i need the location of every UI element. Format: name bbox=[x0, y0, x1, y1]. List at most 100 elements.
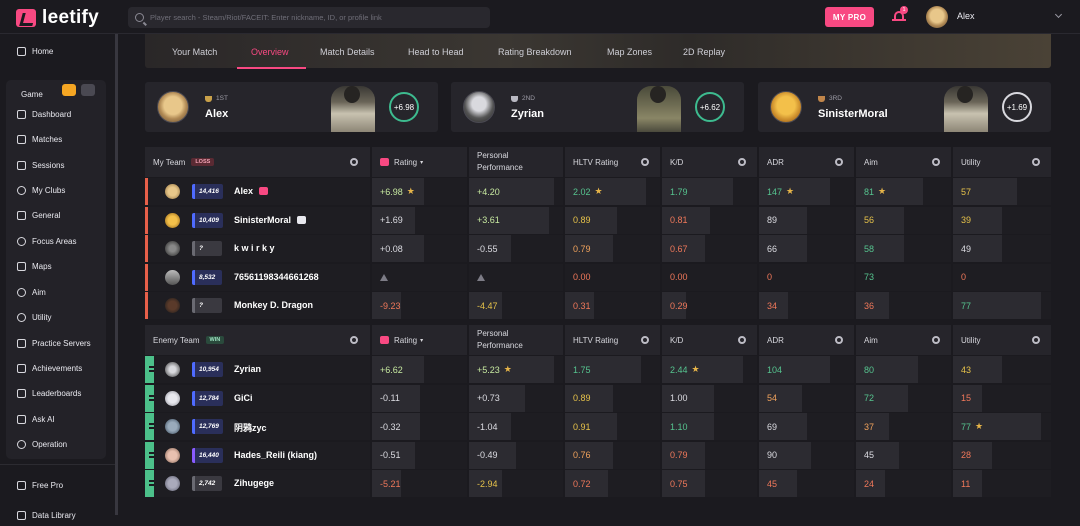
player-avatar[interactable] bbox=[165, 476, 180, 491]
tab-rating-breakdown[interactable]: Rating Breakdown bbox=[498, 47, 572, 57]
column-personal-performance[interactable]: Personal Performance bbox=[469, 147, 563, 177]
sidebar-item-free-pro[interactable]: Free Pro bbox=[6, 474, 106, 496]
search-input[interactable] bbox=[150, 13, 480, 22]
user-avatar[interactable] bbox=[926, 6, 948, 28]
player-avatar[interactable] bbox=[165, 298, 180, 313]
player-name[interactable]: Zyrian bbox=[234, 364, 261, 374]
player-name[interactable]: GiCi bbox=[234, 393, 253, 403]
column-personal-performance[interactable]: Personal Performance bbox=[469, 325, 563, 355]
gear-icon[interactable] bbox=[932, 158, 940, 166]
table-row[interactable]: 2,742 Zihugege -5.21 -2.94 0.72 0.75 45 24 11 bbox=[145, 470, 1051, 498]
table-row[interactable]: 12,784 GiCi -0.11 +0.73 0.89 1.00 54 72 15 bbox=[145, 384, 1051, 413]
sidebar-item-operation[interactable]: Operation bbox=[6, 433, 106, 455]
sidebar-item-focus-areas[interactable]: Focus Areas bbox=[6, 230, 106, 252]
player-avatar[interactable] bbox=[165, 269, 180, 285]
sidebar-item-aim[interactable]: Aim bbox=[6, 281, 106, 303]
table-row[interactable]: 8,532 76561198344661268 0.00 0.00 0 73 0 bbox=[145, 263, 1051, 292]
notification-bell-icon[interactable]: 1 bbox=[892, 6, 908, 22]
column-rating[interactable]: Rating ▾ bbox=[372, 147, 467, 177]
podium-third[interactable]: 3RD SinisterMoral +1.69 bbox=[758, 82, 1051, 132]
player-avatar[interactable] bbox=[165, 184, 180, 199]
table-row[interactable]: ? Monkey D. Dragon -9.23 -4.47 0.31 0.29 34 36 7… bbox=[145, 292, 1051, 320]
player-avatar[interactable] bbox=[165, 212, 180, 228]
player-cell[interactable]: ? k w i r k y bbox=[145, 235, 370, 262]
table-row[interactable]: 16,440 Hades_Reili (kiang) -0.51 -0.49 0.76 0… bbox=[145, 441, 1051, 470]
sidebar-item-practice-servers[interactable]: Practice Servers bbox=[6, 332, 106, 354]
podium-first[interactable]: 1ST Alex +6.98 bbox=[145, 82, 438, 132]
player-avatar[interactable] bbox=[165, 362, 180, 377]
column-hltv[interactable]: HLTV Rating bbox=[565, 325, 660, 355]
column-adr[interactable]: ADR bbox=[759, 325, 854, 355]
player-avatar[interactable] bbox=[165, 390, 180, 406]
gear-icon[interactable] bbox=[350, 158, 358, 166]
column-aim[interactable]: Aim bbox=[856, 325, 951, 355]
table-row[interactable]: 10,409 SinisterMoral +1.69 +3.61 0.89 0.81 89 5… bbox=[145, 206, 1051, 235]
sidebar-item-data-library[interactable]: Data Library bbox=[6, 504, 106, 526]
tab-map-zones[interactable]: Map Zones bbox=[607, 47, 652, 57]
player-avatar[interactable] bbox=[165, 241, 180, 256]
gear-icon[interactable] bbox=[1032, 336, 1040, 344]
sidebar-item-home[interactable]: Home bbox=[6, 40, 106, 62]
chevron-down-icon[interactable] bbox=[1054, 10, 1063, 19]
player-name[interactable]: 阴鸦zyc bbox=[234, 421, 267, 434]
tab-2d-replay[interactable]: 2D Replay bbox=[683, 47, 725, 57]
player-cell[interactable]: 16,440 Hades_Reili (kiang) bbox=[145, 441, 370, 469]
sidebar-item-utility[interactable]: Utility bbox=[6, 306, 106, 328]
player-cell[interactable]: 12,784 GiCi bbox=[145, 384, 370, 412]
gear-icon[interactable] bbox=[835, 158, 843, 166]
player-avatar[interactable] bbox=[165, 419, 180, 434]
gear-icon[interactable] bbox=[350, 336, 358, 344]
gear-icon[interactable] bbox=[738, 336, 746, 344]
gear-icon[interactable] bbox=[641, 336, 649, 344]
podium-second[interactable]: 2ND Zyrian +6.62 bbox=[451, 82, 744, 132]
gear-icon[interactable] bbox=[1032, 158, 1040, 166]
sidebar-item-ask-ai[interactable]: Ask AI bbox=[6, 408, 106, 430]
tab-head-to-head[interactable]: Head to Head bbox=[408, 47, 464, 57]
gear-icon[interactable] bbox=[738, 158, 746, 166]
player-name[interactable]: Hades_Reili (kiang) bbox=[234, 450, 317, 460]
player-cell[interactable]: 10,409 SinisterMoral bbox=[145, 206, 370, 234]
player-name[interactable]: Zihugege bbox=[234, 478, 274, 488]
column-aim[interactable]: Aim bbox=[856, 147, 951, 177]
tab-your-match[interactable]: Your Match bbox=[172, 47, 217, 57]
sidebar-item-my-clubs[interactable]: My Clubs bbox=[6, 179, 106, 201]
sidebar-item-matches[interactable]: Matches bbox=[6, 128, 106, 150]
player-cell[interactable]: ? Monkey D. Dragon bbox=[145, 292, 370, 319]
gear-icon[interactable] bbox=[932, 336, 940, 344]
table-row[interactable]: 14,416 Alex +6.98 ★ +4.20 2.02 ★ 1.79 147 ★ 81 ★ 57 bbox=[145, 178, 1051, 206]
tab-match-details[interactable]: Match Details bbox=[320, 47, 375, 57]
player-name[interactable]: k w i r k y bbox=[234, 243, 275, 253]
player-name[interactable]: SinisterMoral bbox=[234, 215, 307, 225]
player-avatar[interactable] bbox=[165, 447, 180, 463]
column-hltv[interactable]: HLTV Rating bbox=[565, 147, 660, 177]
player-cell[interactable]: 8,532 76561198344661268 bbox=[145, 263, 370, 291]
sidebar-item-leaderboards[interactable]: Leaderboards bbox=[6, 382, 106, 404]
column-utility[interactable]: Utility bbox=[953, 325, 1051, 355]
player-name[interactable]: Monkey D. Dragon bbox=[234, 300, 313, 310]
player-search[interactable] bbox=[128, 7, 490, 28]
player-cell[interactable]: 14,416 Alex bbox=[145, 178, 370, 205]
player-cell[interactable]: 2,742 Zihugege bbox=[145, 470, 370, 497]
player-cell[interactable]: 12,769 阴鸦zyc bbox=[145, 413, 370, 440]
gear-icon[interactable] bbox=[641, 158, 649, 166]
my-pro-button[interactable]: MY PRO bbox=[825, 7, 874, 27]
gear-icon[interactable] bbox=[835, 336, 843, 344]
player-name[interactable]: Alex bbox=[234, 186, 269, 196]
other-game-icon[interactable] bbox=[81, 84, 95, 96]
table-row[interactable]: ? k w i r k y +0.08 -0.55 0.79 0.67 66 58 49 bbox=[145, 235, 1051, 263]
user-name[interactable]: Alex bbox=[957, 11, 975, 21]
table-row[interactable]: 12,769 阴鸦zyc -0.32 -1.04 0.91 1.10 69 37 77 ★ bbox=[145, 413, 1051, 441]
column-utility[interactable]: Utility bbox=[953, 147, 1051, 177]
leetify-logo[interactable]: leetify bbox=[16, 7, 99, 29]
sidebar-item-maps[interactable]: Maps bbox=[6, 255, 106, 277]
sidebar-item-dashboard[interactable]: Dashboard bbox=[6, 103, 106, 125]
sidebar-item-achievements[interactable]: Achievements bbox=[6, 357, 106, 379]
player-name[interactable]: 76561198344661268 bbox=[234, 272, 319, 282]
player-cell[interactable]: 10,954 Zyrian bbox=[145, 356, 370, 383]
table-row[interactable]: 10,954 Zyrian +6.62 +5.23 ★ 1.75 2.44 ★ 104 80 43 bbox=[145, 356, 1051, 384]
column-kd[interactable]: K/D bbox=[662, 325, 757, 355]
sidebar-item-general[interactable]: General bbox=[6, 204, 106, 226]
tab-overview[interactable]: Overview bbox=[251, 47, 289, 57]
cs-game-icon[interactable] bbox=[62, 84, 76, 96]
sidebar-item-sessions[interactable]: Sessions bbox=[6, 154, 106, 176]
